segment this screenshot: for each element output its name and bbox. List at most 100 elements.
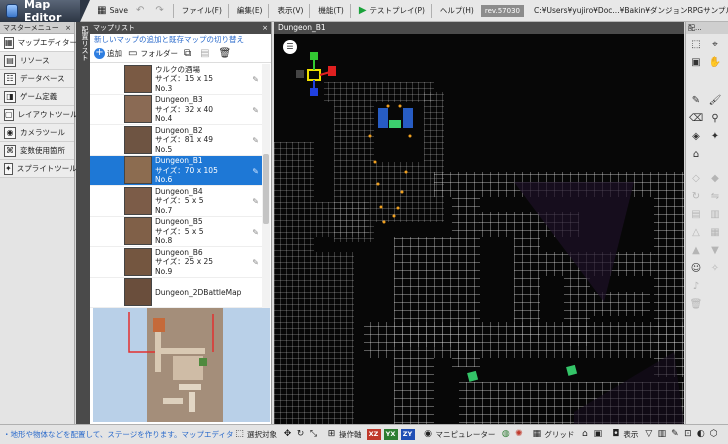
master-menu-item[interactable]: ◉ カメラツール xyxy=(0,124,74,142)
menu-edit[interactable]: 編集(E) xyxy=(234,2,266,20)
color-wheel-icon[interactable]: ✺ xyxy=(513,429,524,440)
master-menu-item[interactable]: ✦ スプライトツール xyxy=(0,160,77,178)
edit-icon[interactable]: ✎ xyxy=(252,106,259,115)
map-list-scrollbar[interactable] xyxy=(262,64,270,313)
rotate-icon[interactable]: ↻ xyxy=(689,190,703,204)
master-menu-item-label: マップエディター xyxy=(17,38,78,47)
map-list-item[interactable]: Dungeon_2DBattleMap xyxy=(90,277,262,308)
shape-icon[interactable]: △ xyxy=(689,226,703,240)
master-menu-item[interactable]: ◨ ゲーム定義 xyxy=(0,88,74,106)
copy-button[interactable]: ⧉ xyxy=(184,48,194,59)
move-down-icon[interactable]: ▼ xyxy=(708,244,722,258)
select-tool-icon[interactable]: ⬚ xyxy=(689,38,703,52)
event-icon[interactable]: ✧ xyxy=(708,262,722,276)
master-menu-item[interactable]: ▦ マップエディター xyxy=(0,34,78,52)
dungeon-scene[interactable] xyxy=(274,22,684,424)
fill-tool-icon[interactable]: ◈ xyxy=(689,130,703,144)
cube-icon[interactable]: ▣ xyxy=(592,429,603,440)
sound-icon[interactable]: ♪ xyxy=(689,280,703,294)
delete-button[interactable]: 🗑 xyxy=(219,48,235,59)
pen-tool-icon[interactable]: ✎ xyxy=(689,94,703,108)
map-list-item[interactable]: Dungeon_B2 サイズ：81 x 49 No.5 ✎ xyxy=(90,125,262,156)
edit-icon[interactable]: ✎ xyxy=(252,197,259,206)
paint-tool-icon[interactable]: ▣ xyxy=(689,56,703,70)
tent-icon[interactable]: ⌂ xyxy=(579,429,590,440)
toolbar: Map Editor ▦ Save ↶ ↷ ファイル(F) 編集(E) 表示(V… xyxy=(0,0,728,24)
rotate-icon[interactable]: ↻ xyxy=(295,429,306,440)
menu-file[interactable]: ファイル(F) xyxy=(179,2,225,20)
manipulator-button[interactable]: ◉ マニピュレーター xyxy=(423,429,495,440)
menu-help[interactable]: ヘルプ(H) xyxy=(437,2,477,20)
filter-icon[interactable]: ▽ xyxy=(643,429,654,440)
select-target-button[interactable]: ⬚ 選択対象 xyxy=(234,429,277,440)
folder-icon: ▭ xyxy=(128,47,138,59)
redo-button[interactable]: ↷ xyxy=(152,2,169,20)
add-folder-button[interactable]: ▭ フォルダー xyxy=(128,48,178,59)
scale-icon[interactable]: ⤡ xyxy=(308,429,319,440)
map-viewport[interactable]: Dungeon_B1 ☰ xyxy=(274,22,684,424)
map-info: Dungeon_B3 サイズ：32 x 40 No.4 xyxy=(155,95,213,124)
terrain-raise-icon[interactable]: ◇ xyxy=(689,172,703,186)
menu-tools[interactable]: 機能(T) xyxy=(315,2,346,20)
paste-button[interactable]: ▤ xyxy=(200,48,212,59)
test-play-button[interactable]: ▶ テストプレイ(P) xyxy=(356,2,428,20)
add-map-button[interactable]: + 追加 xyxy=(94,48,122,59)
master-menu-item[interactable]: ▤ リソース xyxy=(0,52,74,70)
toolbar-divider xyxy=(349,3,351,18)
save-button[interactable]: ▦ Save xyxy=(94,2,131,20)
close-icon[interactable]: × xyxy=(65,24,71,32)
master-menu-item[interactable]: ⌘ 変数使用箇所 xyxy=(0,142,74,160)
status-bar: ・地形や物体などを配置して、ステージを作ります。マップエディター内の各種 ⬚ 選… xyxy=(0,424,728,444)
map-list-item[interactable]: Dungeon_B4 サイズ：5 x 5 No.7 ✎ xyxy=(90,186,262,217)
close-icon[interactable]: × xyxy=(262,24,268,32)
grid-button[interactable]: ▦ グリッド xyxy=(531,429,575,440)
globe-icon[interactable]: ◍ xyxy=(500,429,511,440)
edit-icon[interactable]: ✎ xyxy=(252,136,259,145)
lock-icon[interactable]: ⊡ xyxy=(682,429,693,440)
grid-snap-icon[interactable]: ▦ xyxy=(708,226,722,240)
map-list-item[interactable]: Dungeon_B3 サイズ：32 x 40 No.4 ✎ xyxy=(90,94,262,125)
lamp-icon[interactable]: ◐ xyxy=(695,429,706,440)
axis-zy-button[interactable]: ZY xyxy=(400,429,415,440)
map-preview-image xyxy=(93,308,270,422)
axis-yx-button[interactable]: YX xyxy=(383,429,398,440)
master-menu-item[interactable]: ☷ データベース xyxy=(0,70,74,88)
eraser-tool-icon[interactable]: ⌫ xyxy=(689,112,703,126)
redo-icon: ↷ xyxy=(155,4,164,16)
map-list-item[interactable]: Dungeon_B5 サイズ：5 x 5 No.8 ✎ xyxy=(90,216,262,247)
map-list-item[interactable]: Dungeon_B6 サイズ：25 x 25 No.9 ✎ xyxy=(90,247,262,278)
lasso-tool-icon[interactable]: ⌖ xyxy=(708,38,722,52)
delete-tool-icon[interactable]: 🗑 xyxy=(689,298,703,312)
menu-view[interactable]: 表示(V) xyxy=(274,2,306,20)
operation-axis[interactable]: ⊞ 操作軸 xyxy=(326,429,362,440)
edit-icon[interactable]: ✎ xyxy=(252,258,259,267)
map-thumbnail xyxy=(124,278,152,307)
display-button[interactable]: ◘ 表示 xyxy=(610,429,638,440)
shield-icon[interactable]: ⬡ xyxy=(708,429,719,440)
edit-icon[interactable]: ✎ xyxy=(252,167,259,176)
map-list-item[interactable]: Dungeon_B1 サイズ：70 x 105 No.6 ✎ xyxy=(90,155,262,186)
undo-button[interactable]: ↶ xyxy=(133,2,150,20)
move-up-icon[interactable]: ▲ xyxy=(689,244,703,258)
home-icon[interactable]: ⌂ xyxy=(689,148,703,162)
eyedropper-icon[interactable]: ⚲ xyxy=(708,112,722,126)
character-icon[interactable]: ☺ xyxy=(689,262,703,276)
stack-icon[interactable]: ▤ xyxy=(689,208,703,222)
scrollbar-thumb[interactable] xyxy=(263,154,269,224)
map-list-item[interactable]: ウルクの酒場 サイズ：15 x 15 No.3 ✎ xyxy=(90,64,262,95)
move-icon[interactable]: ✥ xyxy=(282,429,293,440)
layers-icon[interactable]: ▥ xyxy=(656,429,667,440)
hand-tool-icon[interactable]: ✋ xyxy=(708,56,722,70)
edit-icon[interactable]: ✎ xyxy=(252,75,259,84)
edit-icon[interactable]: ✎ xyxy=(252,228,259,237)
terrain-lower-icon[interactable]: ◆ xyxy=(708,172,722,186)
viewport-menu-icon[interactable]: ☰ xyxy=(283,40,297,54)
brush-icon[interactable]: ✎ xyxy=(669,429,680,440)
mirror-icon[interactable]: ⇋ xyxy=(708,190,722,204)
wand-tool-icon[interactable]: ✦ xyxy=(708,130,722,144)
master-menu-item[interactable]: ▢ レイアウトツール xyxy=(0,106,78,124)
axis-xz-button[interactable]: XZ xyxy=(366,429,381,440)
brush-tool-icon[interactable]: 🖌 xyxy=(708,94,722,108)
layer-icon[interactable]: ▥ xyxy=(708,208,722,222)
side-tab-placement-list[interactable]: 配置リスト xyxy=(76,22,90,424)
